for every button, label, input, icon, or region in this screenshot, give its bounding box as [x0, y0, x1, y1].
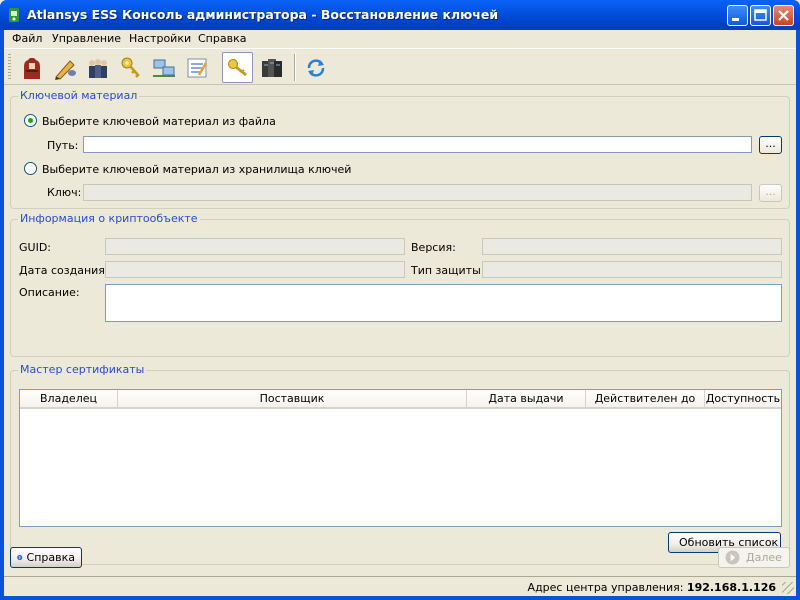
menu-file[interactable]: Файл: [12, 32, 42, 45]
status-text: Адрес центра управления: 192.168.1.126: [528, 581, 776, 594]
maximize-icon: [754, 9, 767, 21]
master-certs-group: Мастер сертификаты Владелец Поставщик Да…: [10, 363, 790, 565]
guid-field: [105, 238, 405, 255]
key-material-group: Ключевой материал Выберите ключевой мате…: [10, 89, 790, 209]
protection-type-field: [482, 261, 782, 278]
radio-from-file[interactable]: [24, 114, 37, 127]
certs-table[interactable]: Владелец Поставщик Дата выдачи Действите…: [19, 389, 782, 527]
toolbar: [4, 48, 796, 85]
col-issuer[interactable]: Поставщик: [118, 390, 467, 407]
certs-table-header: Владелец Поставщик Дата выдачи Действите…: [20, 390, 781, 409]
window-title: Atlansys ESS Консоль администратора - Во…: [27, 7, 499, 22]
key-restore-icon: [227, 58, 247, 76]
crypto-info-legend: Информация о криптообъекте: [18, 212, 200, 225]
menu-settings[interactable]: Настройки: [129, 32, 191, 45]
created-date-field: [105, 261, 405, 278]
version-field: [482, 238, 782, 255]
menu-manage[interactable]: Управление: [52, 32, 121, 45]
description-label: Описание:: [19, 286, 80, 299]
radio-from-file-label[interactable]: Выберите ключевой материал из файла: [42, 115, 276, 128]
svg-text:?: ?: [19, 555, 21, 560]
description-area[interactable]: [105, 284, 782, 322]
toolbar-edit-button[interactable]: [49, 52, 80, 83]
created-date-label: Дата создания:: [19, 264, 109, 277]
version-label: Версия:: [411, 241, 456, 254]
col-issue-date[interactable]: Дата выдачи: [467, 390, 586, 407]
radio-from-store[interactable]: [24, 162, 37, 175]
col-availability[interactable]: Доступность: [705, 390, 781, 407]
toolbar-users-button[interactable]: [82, 52, 113, 83]
close-button[interactable]: [773, 5, 794, 26]
menu-bar: Файл Управление Настройки Справка: [4, 30, 796, 48]
app-window: Atlansys ESS Консоль администратора - Во…: [0, 0, 800, 600]
maximize-button[interactable]: [750, 5, 771, 26]
toolbar-key-restore-button[interactable]: [222, 52, 253, 83]
col-owner[interactable]: Владелец: [20, 390, 118, 407]
toolbar-network-button[interactable]: [148, 52, 179, 83]
toolbar-servers-button[interactable]: [256, 52, 287, 83]
crypto-info-group: Информация о криптообъекте GUID: Версия:…: [10, 212, 790, 357]
status-bar: Адрес центра управления: 192.168.1.126: [4, 576, 796, 596]
key-material-legend: Ключевой материал: [18, 89, 140, 102]
user-icon: [23, 57, 40, 79]
refresh-icon: [307, 58, 324, 77]
guid-label: GUID:: [19, 241, 51, 254]
keys-icon: [121, 57, 140, 78]
help-button[interactable]: ? Справка: [10, 547, 82, 568]
users-icon: [88, 58, 107, 78]
close-icon: [778, 10, 789, 21]
help-label: Справка: [26, 551, 75, 564]
app-icon: [9, 8, 19, 22]
status-address: 192.168.1.126: [686, 581, 776, 594]
minimize-icon: [732, 18, 739, 21]
key-label: Ключ:: [47, 186, 82, 199]
path-input[interactable]: [84, 137, 751, 152]
title-bar[interactable]: Atlansys ESS Консоль администратора - Во…: [0, 0, 800, 30]
next-arrow-icon: [725, 550, 740, 565]
browse-key-button: ...: [759, 184, 782, 202]
minimize-button[interactable]: [727, 5, 748, 26]
master-certs-legend: Мастер сертификаты: [18, 363, 147, 376]
toolbar-refresh-button[interactable]: [300, 52, 331, 83]
network-icon: [152, 59, 175, 77]
protection-type-label: Тип защиты:: [411, 264, 485, 277]
next-button: Далее: [718, 547, 790, 568]
next-label: Далее: [746, 551, 782, 564]
toolbar-grip[interactable]: [8, 54, 11, 81]
help-icon: ?: [17, 555, 23, 561]
client-area: Файл Управление Настройки Справка Ключев…: [4, 30, 796, 596]
resize-grip[interactable]: [782, 582, 794, 594]
pen-icon: [54, 59, 76, 80]
toolbar-keys-button[interactable]: [115, 52, 146, 83]
col-valid-until[interactable]: Действителен до: [586, 390, 705, 407]
path-label: Путь:: [47, 139, 79, 152]
key-field: [83, 184, 752, 201]
status-label: Адрес центра управления:: [527, 581, 684, 594]
menu-help[interactable]: Справка: [198, 32, 246, 45]
radio-from-store-label[interactable]: Выберите ключевой материал из хранилища …: [42, 163, 351, 176]
toolbar-separator: [294, 54, 296, 81]
path-field[interactable]: [83, 136, 752, 153]
toolbar-user-button[interactable]: [16, 52, 47, 83]
servers-icon: [261, 58, 282, 77]
toolbar-list-button[interactable]: [181, 52, 212, 83]
browse-path-button[interactable]: ...: [759, 136, 782, 154]
list-icon: [187, 58, 207, 77]
